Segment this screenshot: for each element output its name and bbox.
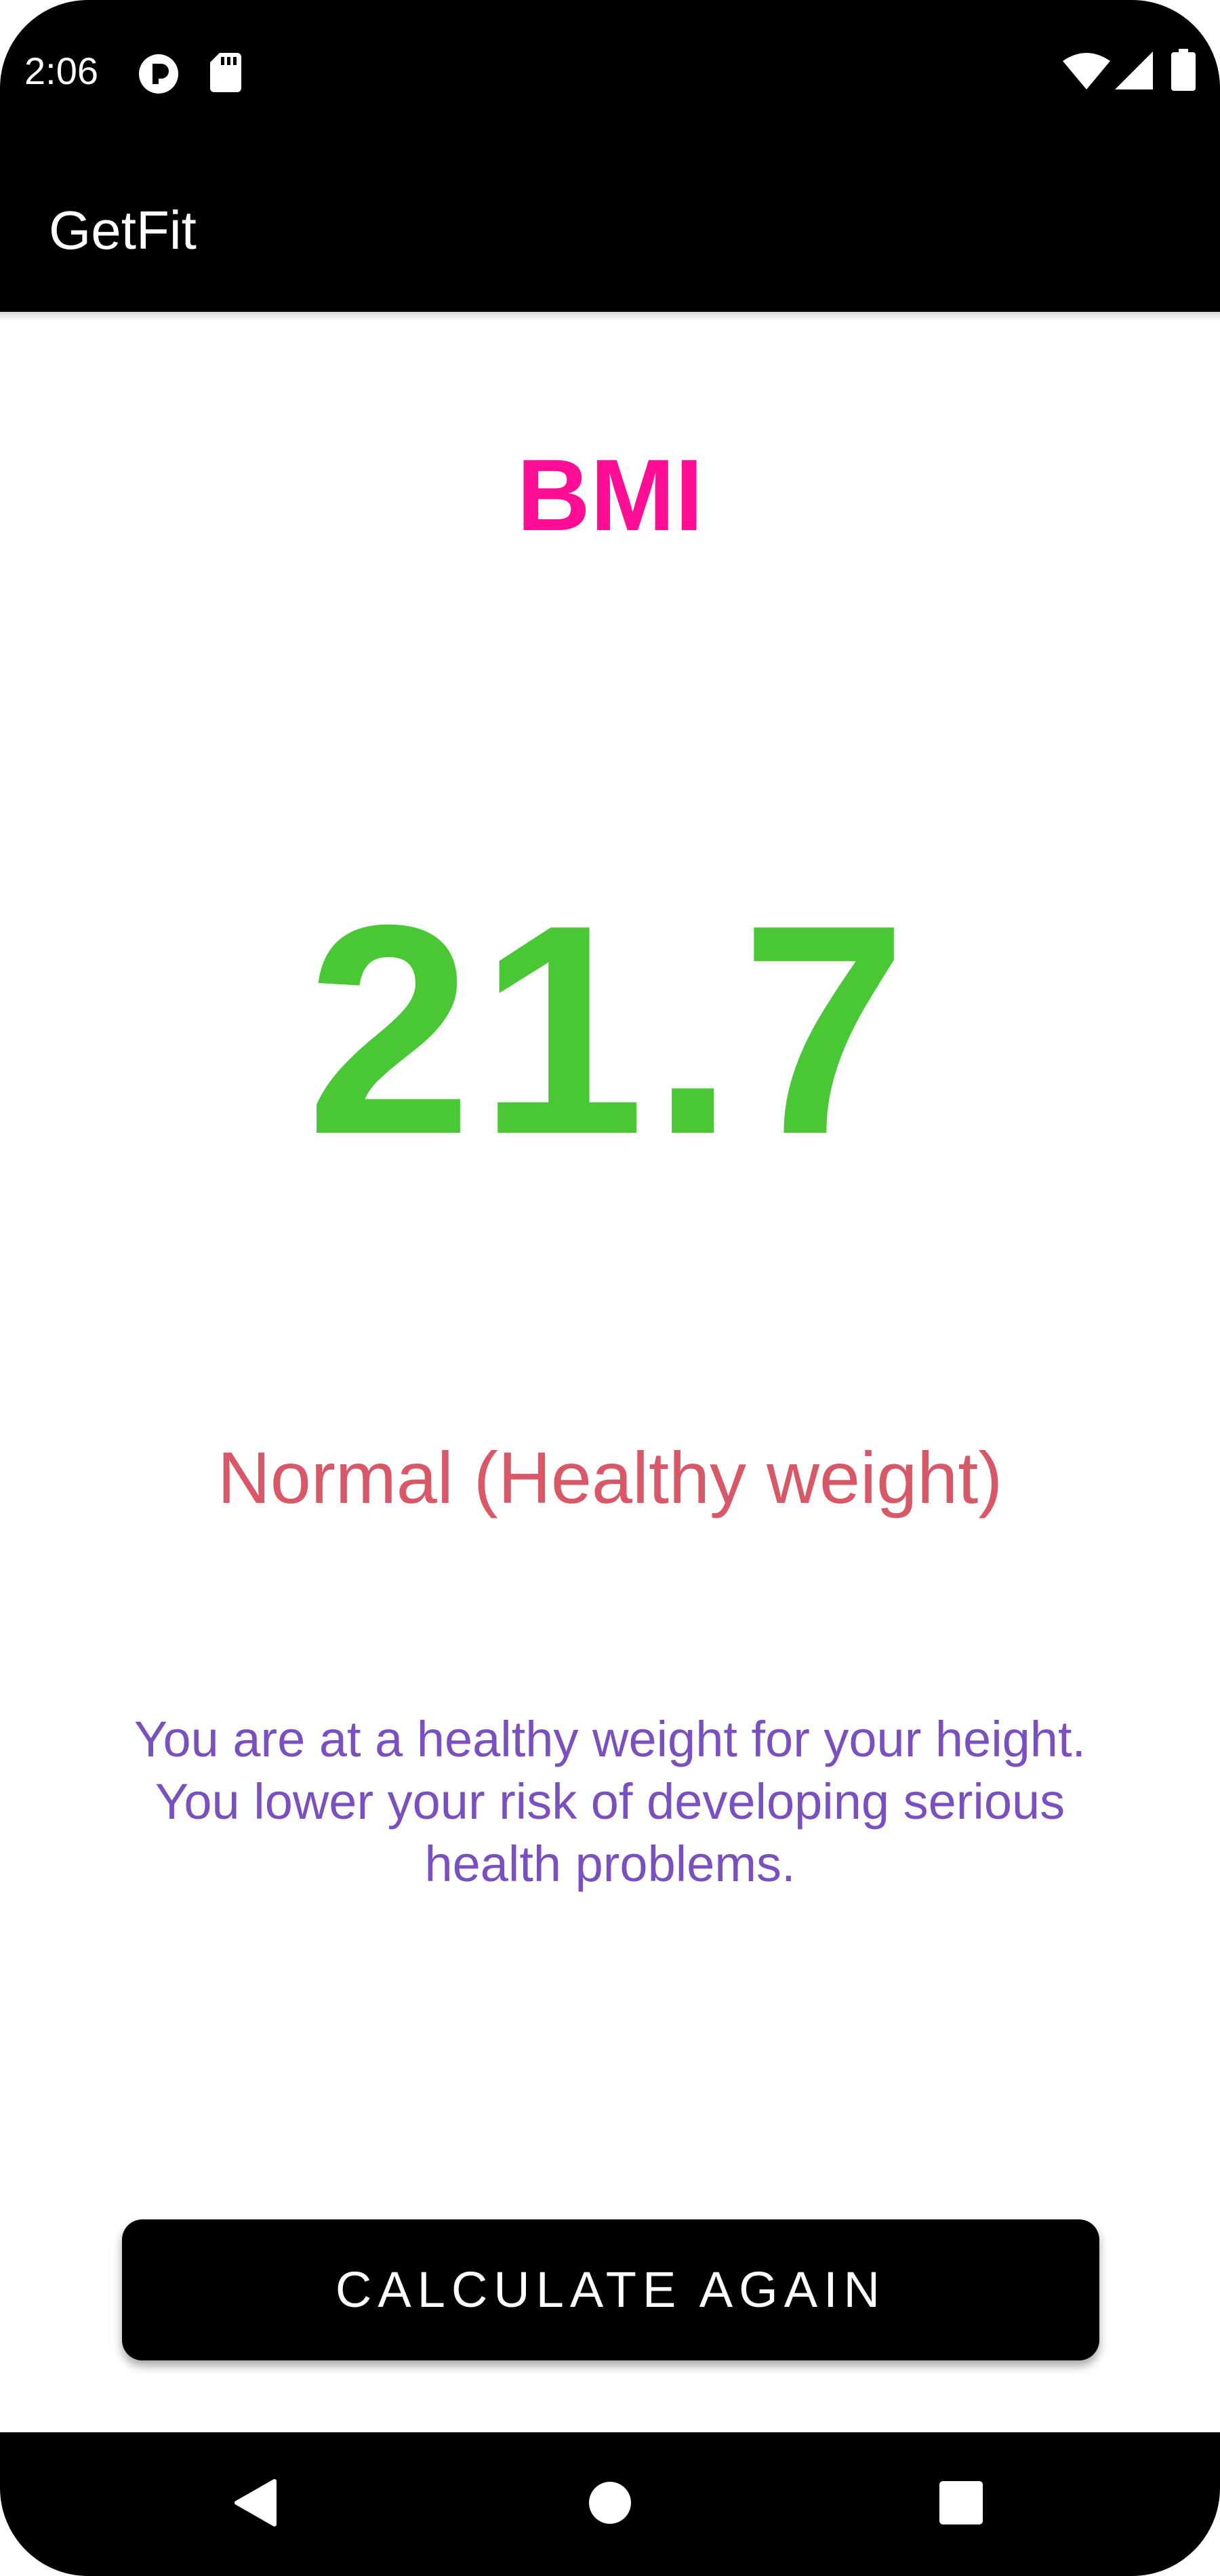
recents-icon <box>939 2480 983 2529</box>
back-button[interactable] <box>187 2432 323 2576</box>
cell-signal-icon <box>1115 52 1153 93</box>
status-bar: 2:06 <box>0 0 1220 146</box>
bmi-value: 21.7 <box>306 864 914 1196</box>
phone-screen: 2:06 GetFit BMI 21.7 Normal (Healthy wei… <box>0 0 1220 2576</box>
recents-button[interactable] <box>893 2432 1029 2576</box>
calculate-again-button[interactable]: CALCULATE AGAIN <box>122 2219 1099 2360</box>
bmi-label: BMI <box>516 438 704 552</box>
app-bar-shadow <box>0 312 1220 321</box>
bmi-category: Normal (Healthy weight) <box>217 1436 1003 1518</box>
back-icon <box>232 2478 277 2531</box>
app-title: GetFit <box>49 200 197 260</box>
app-bar: GetFit <box>0 146 1220 312</box>
status-time: 2:06 <box>24 49 98 92</box>
sd-card-icon <box>210 53 241 96</box>
bmi-description: You are at a healthy weight for your hei… <box>134 1711 1086 1892</box>
home-button[interactable] <box>542 2432 678 2576</box>
notification-app-icon <box>138 53 180 98</box>
home-icon <box>588 2481 632 2528</box>
battery-icon <box>1171 49 1196 94</box>
wifi-icon <box>1063 52 1110 93</box>
navigation-bar <box>0 2432 1220 2576</box>
